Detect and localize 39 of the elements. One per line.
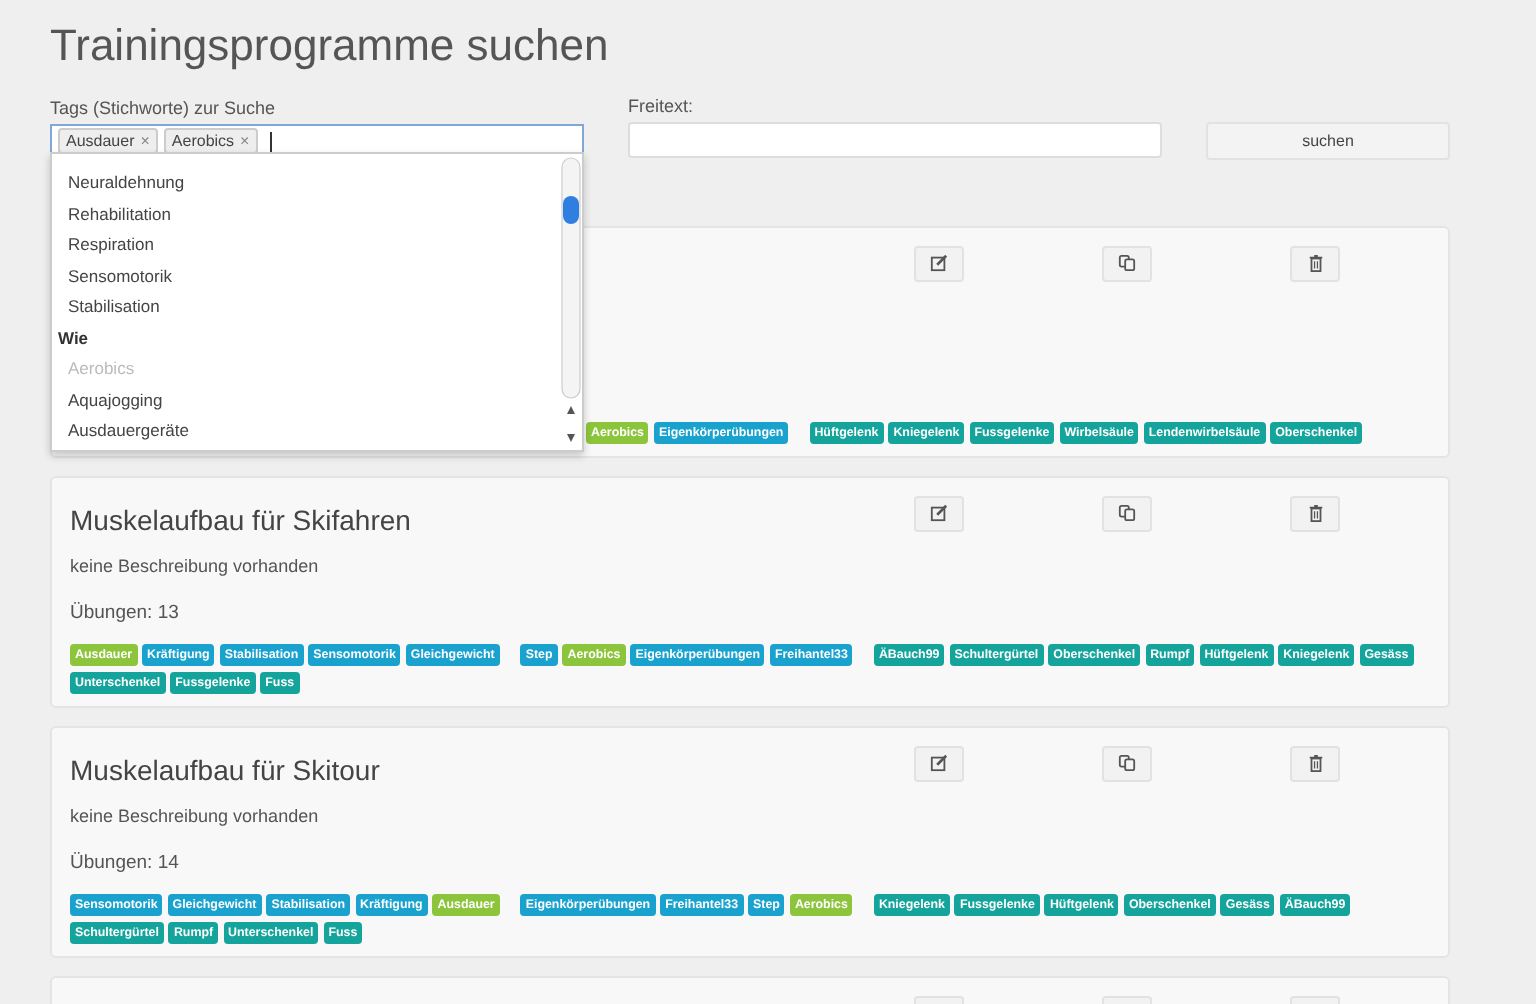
card-title: Muskelaufbau für Skitour [70, 751, 382, 785]
page-title: Trainingsprogramme suchen [50, 20, 611, 72]
edit-button[interactable] [914, 745, 964, 781]
delete-button[interactable] [1290, 245, 1340, 281]
dropdown-option[interactable]: Stabilisation [52, 292, 560, 323]
edit-icon [930, 504, 948, 522]
trash-icon [1307, 754, 1323, 772]
dropdown-option[interactable]: Respiration [52, 230, 560, 261]
search-button[interactable]: suchen [1206, 121, 1450, 159]
dropdown-option[interactable]: Rehabilitation [52, 199, 560, 230]
trash-icon [1307, 504, 1323, 522]
edit-button[interactable] [914, 245, 964, 281]
copy-button[interactable] [1102, 745, 1152, 781]
dropdown-option[interactable]: Ausdauergeräte [52, 416, 560, 447]
edit-button[interactable] [914, 495, 964, 531]
field-label: Freitext: [628, 96, 696, 116]
exercise-count: Übungen: 13 [70, 601, 181, 623]
edit-icon [930, 254, 948, 272]
copy-button[interactable] [1102, 495, 1152, 531]
edit-icon [930, 754, 948, 772]
group-header: Wie [56, 325, 91, 351]
copy-icon [1118, 754, 1136, 772]
dropdown-option[interactable]: Aquajogging [52, 385, 560, 416]
freetext-field[interactable] [628, 122, 1162, 158]
trash-icon [1307, 254, 1323, 272]
copy-icon [1118, 504, 1136, 522]
description: keine Beschreibung vorhanden [70, 555, 321, 575]
exercise-count: Übungen: 14 [70, 851, 181, 873]
copy-icon [1118, 254, 1136, 272]
dropdown-option[interactable]: Neuraldehnung [52, 168, 560, 199]
description: keine Beschreibung vorhanden [70, 805, 321, 825]
card-title: Muskelaufbau für Skifahren [70, 501, 413, 535]
copy-button[interactable] [1102, 245, 1152, 281]
tag-chip[interactable]: Aerobics × [163, 128, 258, 154]
field-label: Tags (Stichworte) zur Suche [50, 97, 278, 117]
delete-button[interactable] [1290, 495, 1340, 531]
dropdown-option[interactable]: Sensomotorik [52, 261, 560, 292]
delete-button[interactable] [1290, 745, 1340, 781]
tag-chip[interactable]: Ausdauer × [58, 128, 158, 154]
